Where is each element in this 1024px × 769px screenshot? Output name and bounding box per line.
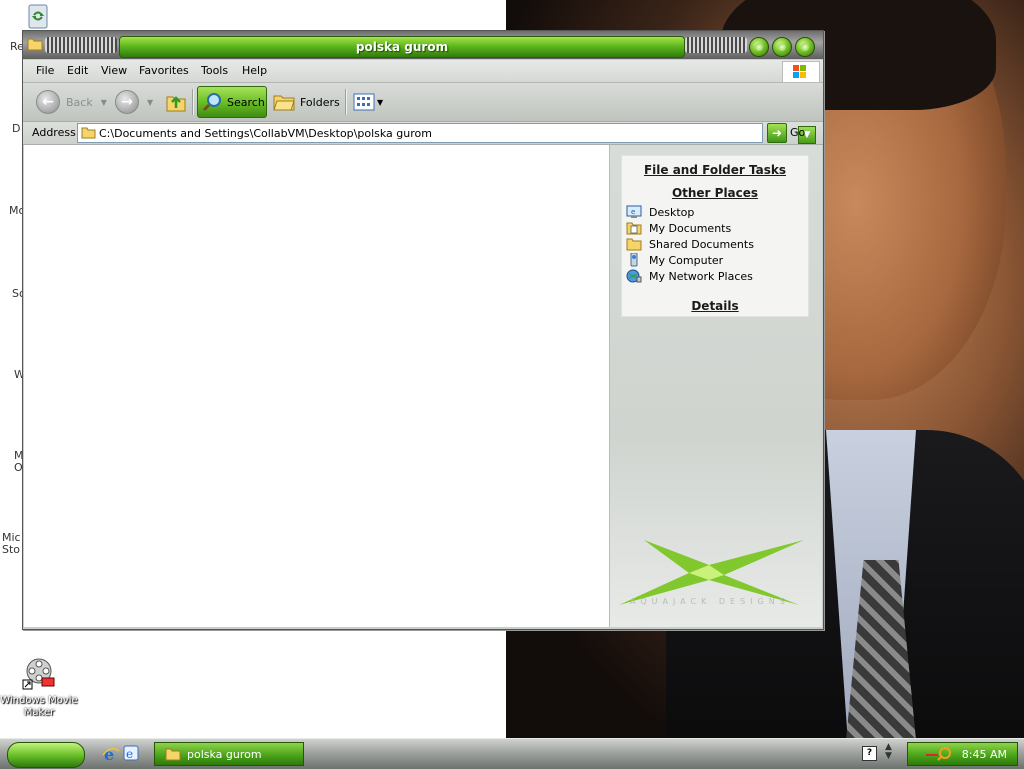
place-my-documents[interactable]: My Documents [626, 220, 731, 236]
windows-logo-icon [782, 61, 820, 83]
movie-maker-shortcut[interactable]: Windows Movie Maker [0, 656, 78, 719]
menu-bar: File Edit View Favorites Tools Help [23, 60, 823, 83]
system-tray: 8:45 AM [907, 742, 1018, 766]
folders-icon [273, 95, 295, 111]
internet-explorer-icon[interactable]: e [102, 745, 120, 763]
search-tray-icon[interactable] [924, 745, 954, 763]
show-desktop-icon[interactable]: e [123, 745, 139, 761]
views-icon [353, 93, 375, 111]
folder-icon [165, 748, 181, 760]
go-button[interactable]: Go [790, 126, 805, 139]
explorer-window: polska gurom File Edit View Favorites To… [22, 30, 824, 630]
place-label: Desktop [649, 205, 695, 219]
recycle-bin-icon[interactable] [24, 2, 52, 33]
back-button[interactable]: ← Back ▼ [36, 87, 107, 117]
desktop-label-partial: D [12, 122, 21, 135]
file-folder-tasks-heading[interactable]: File and Folder Tasks [622, 163, 808, 177]
window-title: polska gurom [119, 36, 685, 58]
place-label: My Documents [649, 221, 732, 235]
svg-text:e: e [126, 747, 133, 761]
search-icon [202, 93, 221, 112]
title-grille-left [45, 37, 117, 53]
taskbar-window-label: polska gurom [187, 747, 262, 761]
up-folder-button[interactable] [165, 87, 187, 117]
my-documents-icon [626, 222, 642, 235]
up-folder-icon [166, 96, 186, 112]
film-reel-icon [22, 658, 55, 690]
back-arrow-icon: ← [36, 90, 60, 114]
folder-icon [81, 127, 96, 139]
desktop-icon: e [626, 205, 642, 218]
menu-view[interactable]: View [101, 64, 127, 77]
svg-text:e: e [104, 745, 114, 763]
forward-arrow-icon: → [115, 90, 139, 114]
place-label: My Network Places [649, 269, 753, 283]
address-bar: Address C:\Documents and Settings\Collab… [23, 122, 823, 145]
place-shared-documents[interactable]: Shared Documents [626, 236, 754, 252]
search-button[interactable]: Search [197, 86, 267, 118]
file-list-pane[interactable] [24, 145, 609, 627]
go-arrow-icon[interactable]: ➜ [767, 123, 787, 143]
maximize-button[interactable] [772, 37, 792, 57]
folder-icon [27, 38, 43, 51]
forward-dropdown-icon[interactable]: ▼ [147, 98, 153, 107]
menu-file[interactable]: File [36, 64, 54, 77]
taskbar-window-button[interactable]: polska gurom [154, 742, 304, 766]
other-places-heading[interactable]: Other Places [622, 186, 808, 200]
menu-tools[interactable]: Tools [201, 64, 228, 77]
menu-favorites[interactable]: Favorites [139, 64, 189, 77]
address-path: C:\Documents and Settings\CollabVM\Deskt… [99, 127, 432, 140]
place-my-network-places[interactable]: My Network Places [626, 268, 753, 284]
close-button[interactable] [795, 37, 815, 57]
back-label: Back [66, 95, 93, 109]
task-pane: File and Folder Tasks Other Places e Des… [609, 145, 822, 627]
toolbar-separator [192, 89, 193, 115]
clock[interactable]: 8:45 AM [962, 748, 1007, 761]
my-computer-icon [630, 253, 638, 267]
start-button[interactable] [7, 742, 85, 768]
help-icon[interactable]: ? [862, 746, 877, 761]
task-panel: File and Folder Tasks Other Places e Des… [621, 155, 809, 317]
toolbar-separator [345, 89, 346, 115]
place-desktop[interactable]: e Desktop [626, 204, 694, 220]
desktop-label-partial: Mic Sto [2, 531, 21, 556]
shared-documents-icon [626, 238, 642, 251]
address-label: Address [32, 126, 76, 139]
volume-icon[interactable]: ▲ ▼ [885, 743, 892, 761]
title-grille-right [685, 37, 747, 53]
address-input[interactable]: C:\Documents and Settings\CollabVM\Deskt… [77, 123, 816, 144]
title-bar[interactable]: polska gurom [23, 31, 823, 59]
folders-button[interactable]: Folders [273, 87, 340, 117]
folders-label: Folders [300, 95, 340, 109]
place-label: My Computer [649, 253, 724, 267]
search-label: Search [227, 95, 265, 109]
aquajack-brand-text: AQUAJACK DESIGNS [630, 597, 790, 606]
forward-button[interactable]: → ▼ [115, 87, 153, 117]
details-heading[interactable]: Details [622, 299, 808, 313]
views-dropdown-icon: ▼ [377, 97, 384, 107]
back-dropdown-icon[interactable]: ▼ [101, 98, 107, 107]
my-network-places-icon [626, 269, 642, 283]
svg-text:e: e [631, 208, 635, 216]
movie-maker-label: Windows Movie Maker [0, 695, 78, 718]
toolbar: ← Back ▼ → ▼ Search Folders ▼ [23, 83, 823, 122]
menu-edit[interactable]: Edit [67, 64, 88, 77]
minimize-button[interactable] [749, 37, 769, 57]
menu-help[interactable]: Help [242, 64, 267, 77]
place-my-computer[interactable]: My Computer [626, 252, 723, 268]
place-label: Shared Documents [649, 237, 754, 251]
views-button[interactable]: ▼ [353, 87, 383, 117]
taskbar: e e polska gurom ? ▲ ▼ 8:45 AM [0, 738, 1024, 769]
